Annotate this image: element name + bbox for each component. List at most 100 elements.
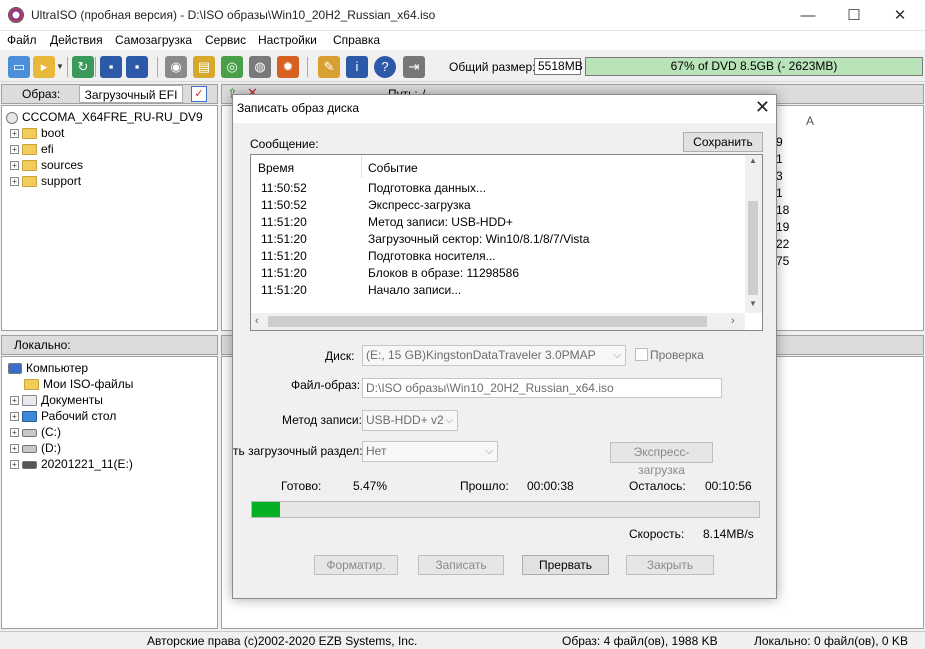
menu-tools[interactable]: Сервис [205, 33, 246, 47]
boot-partition-select[interactable]: Нет ⌵ [362, 441, 498, 462]
make-cd-image-icon[interactable]: ◉ [165, 56, 187, 78]
expand-icon[interactable]: + [10, 444, 19, 454]
column-event-header[interactable]: Событие [368, 161, 418, 175]
bootable-check-icon[interactable]: ✓ [191, 86, 207, 102]
status-image-info: Образ: 4 файл(ов), 1988 KB [562, 634, 718, 648]
new-icon[interactable]: ▭ [8, 56, 30, 78]
total-size-label: Общий размер: [449, 60, 536, 74]
column-time-header[interactable]: Время [258, 161, 294, 175]
save-as-icon[interactable]: ▪ [126, 56, 148, 78]
log-time: 11:51:20 [261, 215, 307, 229]
menu-bootable[interactable]: Самозагрузка [115, 33, 192, 47]
menu-options[interactable]: Настройки [258, 33, 317, 47]
tree-drive-c[interactable]: + (C:) [10, 424, 61, 440]
compress-icon[interactable]: ◎ [221, 56, 243, 78]
folder-label: efi [41, 142, 54, 156]
speed-label: Скорость: [629, 527, 685, 541]
convert-icon[interactable]: ▤ [193, 56, 215, 78]
tree-label: (C:) [41, 425, 61, 439]
format-button[interactable]: Форматир. [314, 555, 398, 575]
tree-folder-boot[interactable]: + boot [10, 125, 64, 141]
expand-icon[interactable]: + [10, 129, 19, 139]
open-dropdown-icon[interactable]: ▼ [55, 56, 65, 78]
dialog-close-button[interactable]: ✕ [755, 97, 770, 118]
title-bar: UltraISO (пробная версия) - D:\ISO образ… [0, 0, 925, 31]
tree-folder-efi[interactable]: + efi [10, 141, 54, 157]
scroll-down-icon[interactable]: ▼ [749, 299, 757, 308]
tree-label: 20201221_11(E:) [41, 457, 133, 471]
column-header: А [806, 114, 815, 128]
remaining-label: Осталось: [629, 479, 686, 493]
exit-icon[interactable]: ⇥ [403, 56, 425, 78]
disk-label: Диск: [325, 349, 355, 363]
tree-documents[interactable]: + Документы [10, 392, 103, 408]
file-size-cell: 1 [776, 152, 783, 166]
usb-drive-icon [22, 460, 37, 469]
expand-icon[interactable]: + [10, 412, 19, 422]
express-boot-button[interactable]: Экспресс-загрузка [610, 442, 713, 477]
write-button[interactable]: Записать [418, 555, 504, 575]
menu-file[interactable]: Файл [7, 33, 37, 47]
burn-icon[interactable]: ✹ [277, 56, 299, 78]
save-icon[interactable]: ▪ [100, 56, 122, 78]
dvd-capacity-text: 67% of DVD 8.5GB (- 2623MB) [670, 59, 838, 73]
scroll-right-icon[interactable]: › [731, 315, 735, 327]
tree-my-iso-files[interactable]: Мои ISO-файлы [24, 376, 133, 392]
done-value: 5.47% [353, 479, 388, 493]
log-event: Метод записи: USB-HDD+ [368, 215, 513, 229]
expand-icon[interactable]: + [10, 161, 19, 171]
disk-select-value: (E:, 15 GB)KingstonDataTraveler 3.0PMAP [366, 348, 596, 362]
tree-drive-e[interactable]: +20201221_11(E:) [10, 456, 133, 472]
verify-checkbox[interactable] [635, 348, 648, 361]
maximize-button[interactable]: ☐ [831, 0, 877, 31]
write-disk-image-dialog: Записать образ диска ✕ Сообщение: Сохран… [232, 94, 777, 599]
log-time: 11:50:52 [261, 181, 307, 195]
scroll-left-icon[interactable]: ‹ [255, 315, 259, 327]
expand-icon[interactable]: + [10, 460, 19, 470]
expand-icon[interactable]: + [10, 145, 19, 155]
chevron-down-icon: ⌵ [445, 415, 453, 426]
local-tree: Компьютер Мои ISO-файлы + Документы + Рабо… [1, 356, 218, 629]
options-icon[interactable]: ✎ [318, 56, 340, 78]
close-window-button[interactable]: ✕ [877, 0, 923, 31]
save-log-button[interactable]: Сохранить [683, 132, 763, 152]
scroll-up-icon[interactable]: ▲ [749, 156, 757, 165]
boot-partition-label: ть загрузочный раздел: [233, 444, 363, 458]
write-method-select[interactable]: USB-HDD+ v2 ⌵ [362, 410, 458, 431]
close-dialog-button[interactable]: Закрыть [626, 555, 714, 575]
tree-folder-support[interactable]: + support [10, 173, 81, 189]
menu-actions[interactable]: Действия [50, 33, 103, 47]
tree-root[interactable]: CCCOMA_X64FRE_RU-RU_DV9 [6, 109, 203, 125]
info-icon[interactable]: i [346, 56, 368, 78]
vertical-scrollbar[interactable]: ▲ ▼ [745, 155, 762, 313]
extract-icon[interactable]: ↻ [72, 56, 94, 78]
open-icon[interactable]: ▸ [33, 56, 55, 78]
expand-icon[interactable]: + [10, 177, 19, 187]
minimize-button[interactable]: — [785, 0, 831, 31]
mount-icon[interactable]: ◍ [249, 56, 271, 78]
tree-label: Рабочий стол [41, 409, 117, 423]
disk-select[interactable]: (E:, 15 GB)KingstonDataTraveler 3.0PMAP … [362, 345, 626, 366]
expand-icon[interactable]: + [10, 428, 19, 438]
elapsed-value: 00:00:38 [527, 479, 574, 493]
image-file-value: D:\ISO образы\Win10_20H2_Russian_x64.iso [366, 381, 614, 395]
help-icon[interactable]: ? [374, 56, 396, 78]
tree-drive-d[interactable]: + (D:) [10, 440, 61, 456]
abort-button[interactable]: Прервать [522, 555, 609, 575]
scrollbar-thumb[interactable] [748, 201, 758, 295]
write-method-value: USB-HDD+ v2 [366, 413, 444, 427]
horizontal-scrollbar[interactable]: ‹ › [251, 313, 745, 330]
tree-desktop[interactable]: + Рабочий стол [10, 408, 116, 424]
image-file-field[interactable]: D:\ISO образы\Win10_20H2_Russian_x64.iso [362, 378, 722, 398]
menu-help[interactable]: Справка [333, 33, 380, 47]
tree-label: Документы [41, 393, 103, 407]
hscrollbar-thumb[interactable] [268, 316, 707, 327]
tree-computer[interactable]: Компьютер [8, 360, 88, 376]
boot-efi-button[interactable]: Загрузочный EFI [79, 85, 183, 103]
expand-icon[interactable]: + [10, 396, 19, 406]
tree-folder-sources[interactable]: + sources [10, 157, 83, 173]
write-progress-fill [252, 502, 280, 517]
folder-icon [22, 128, 37, 140]
dialog-title-bar: Записать образ диска ✕ [233, 95, 776, 123]
computer-icon [8, 363, 22, 375]
